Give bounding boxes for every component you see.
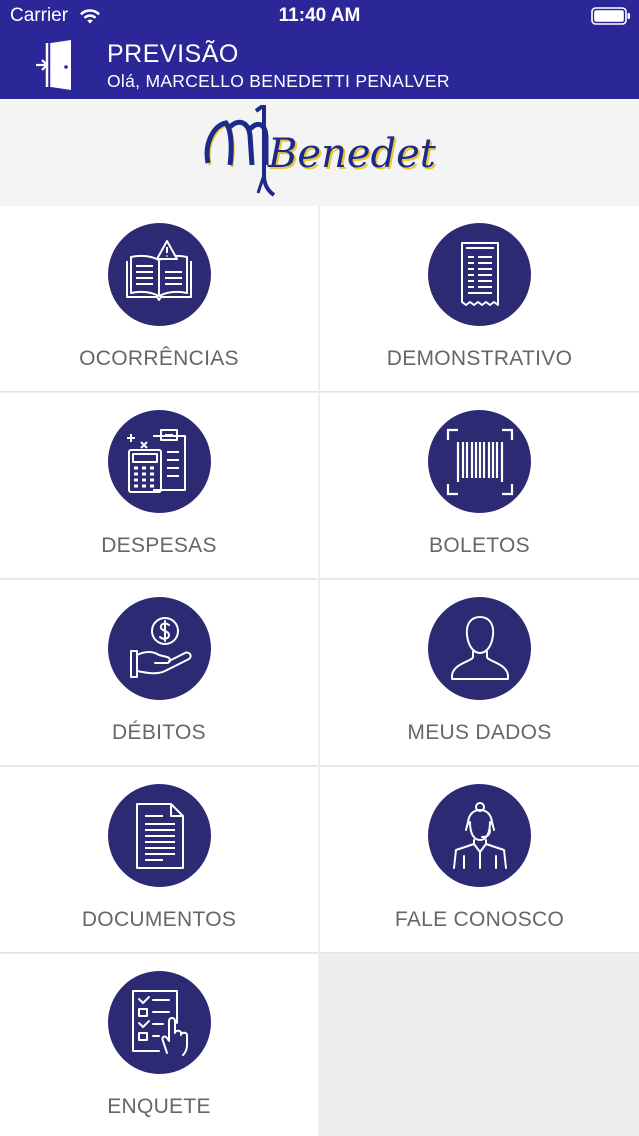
status-bar: Carrier 11:40 AM bbox=[0, 0, 639, 34]
app-screen: Carrier 11:40 AM PREVISÃO Olá, MARCELLO … bbox=[0, 0, 639, 1136]
icon-circle bbox=[107, 971, 211, 1074]
menu-item-label: MEUS DADOS bbox=[407, 721, 552, 744]
icon-circle bbox=[428, 223, 531, 326]
menu-item-fale-conosco[interactable]: FALE CONOSCO bbox=[320, 767, 639, 953]
menu-item-label: BOLETOS bbox=[429, 534, 530, 557]
logout-button[interactable] bbox=[26, 36, 86, 94]
barcode-icon bbox=[446, 428, 513, 495]
status-time: 11:40 AM bbox=[278, 5, 361, 26]
icon-circle bbox=[428, 597, 531, 700]
menu-item-label: ENQUETE bbox=[107, 1095, 211, 1118]
menu-grid: OCORRÊNCIAS DEMONSTRATIVO DESPESAS BOLET… bbox=[0, 206, 639, 1136]
hand-coin-icon bbox=[130, 616, 192, 678]
menu-item-despesas[interactable]: DESPESAS bbox=[0, 393, 318, 579]
support-agent-icon bbox=[452, 801, 507, 869]
menu-item-ocorrencias[interactable]: OCORRÊNCIAS bbox=[0, 206, 318, 392]
menu-item-label: OCORRÊNCIAS bbox=[79, 347, 239, 370]
document-icon bbox=[136, 802, 184, 869]
icon-circle bbox=[107, 410, 211, 513]
calculator-icon bbox=[127, 428, 186, 493]
receipt-icon bbox=[460, 241, 499, 306]
logo-banner: Benedetti Benedetti bbox=[0, 99, 639, 206]
menu-item-documentos[interactable]: DOCUMENTOS bbox=[0, 767, 318, 953]
open-book-warning-icon bbox=[126, 239, 192, 301]
user-greeting: Olá, MARCELLO BENEDETTI PENALVER bbox=[107, 71, 450, 91]
menu-item-boletos[interactable]: BOLETOS bbox=[320, 393, 639, 579]
page-title: PREVISÃO bbox=[107, 40, 239, 68]
icon-circle bbox=[107, 597, 211, 700]
exit-door-icon bbox=[36, 40, 71, 90]
menu-item-meus-dados[interactable]: MEUS DADOS bbox=[320, 580, 639, 766]
menu-item-label: DÉBITOS bbox=[112, 721, 206, 744]
menu-item-label: DOCUMENTOS bbox=[81, 908, 237, 931]
header-bar: Carrier 11:40 AM PREVISÃO Olá, MARCELLO … bbox=[0, 0, 639, 99]
icon-circle bbox=[428, 410, 531, 513]
icon-circle bbox=[428, 784, 531, 887]
battery-icon bbox=[591, 7, 630, 25]
menu-item-debitos[interactable]: DÉBITOS bbox=[0, 580, 318, 766]
menu-item-label: FALE CONOSCO bbox=[394, 908, 565, 931]
logo-text: Benedetti bbox=[267, 131, 436, 177]
menu-item-enquete[interactable]: ENQUETE bbox=[0, 954, 318, 1136]
icon-circle bbox=[107, 223, 211, 326]
menu-item-label: DEMONSTRATIVO bbox=[386, 347, 573, 370]
user-icon bbox=[450, 615, 509, 680]
icon-circle bbox=[107, 784, 211, 887]
menu-item-label: DESPESAS bbox=[101, 534, 217, 557]
menu-item-demonstrativo[interactable]: DEMONSTRATIVO bbox=[320, 206, 639, 392]
benedetti-logo: Benedetti Benedetti bbox=[204, 105, 436, 197]
survey-checklist-icon bbox=[132, 989, 188, 1056]
